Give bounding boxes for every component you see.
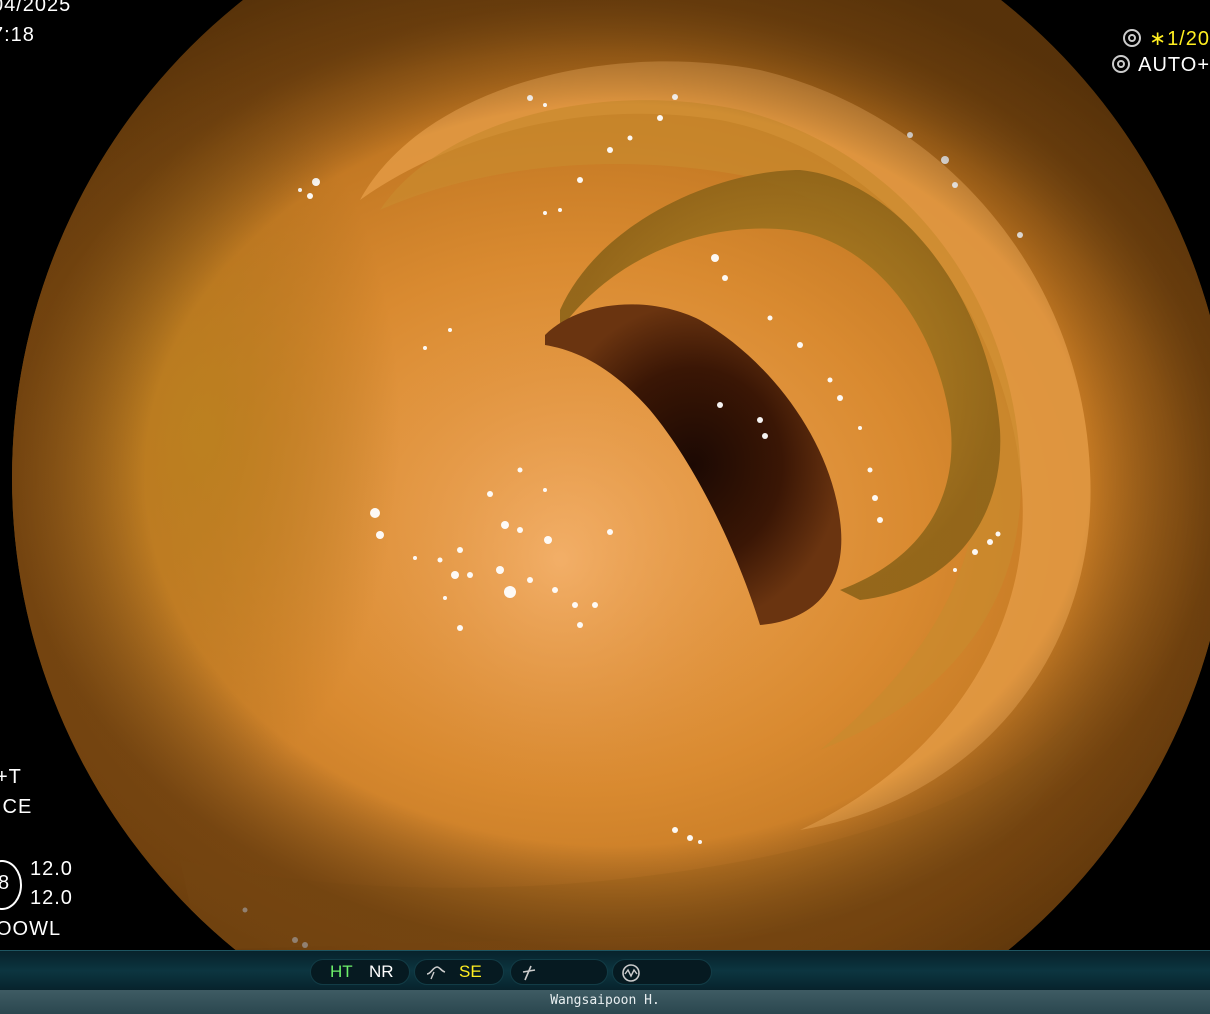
date-readout: 04/2025	[0, 0, 72, 16]
curve-icon	[426, 966, 446, 980]
operator-name: Wangsaipoon H.	[550, 993, 660, 1008]
nr-label: NR	[369, 962, 394, 981]
status-bar: HT NR SE	[0, 950, 1210, 991]
endoscopic-image	[0, 0, 1210, 950]
ht-nr-indicator: HT NR	[310, 959, 410, 985]
footer-bar: Wangsaipoon H.	[0, 990, 1210, 1014]
time-readout: 7:18	[0, 24, 35, 46]
mode-readout: OOWL	[0, 918, 62, 940]
star-icon: ∗	[1149, 28, 1168, 50]
iris-readout: AUTO+	[1112, 54, 1210, 77]
iris-value: AUTO+	[1138, 54, 1210, 76]
iris-icon	[1112, 55, 1131, 73]
left-label-1: +T	[0, 766, 22, 788]
shutter-readout: ∗1/20	[1123, 26, 1210, 51]
enhance-ring-label: 8	[0, 872, 11, 894]
wave-icon	[622, 964, 640, 982]
shutter-icon	[1123, 29, 1142, 47]
endoscope-view: 04/2025 7:18 ∗1/20 AUTO+ +T ICE 8 12.0 1…	[0, 0, 1210, 950]
se-indicator: SE	[414, 959, 504, 985]
se-label: SE	[459, 962, 482, 981]
enhance-value-2: 12.0	[30, 887, 73, 909]
slash-icon	[522, 965, 536, 981]
ht-label: HT	[330, 962, 353, 981]
enhance-value-1: 12.0	[30, 858, 73, 880]
left-label-2: ICE	[0, 796, 33, 818]
wave-indicator	[612, 959, 712, 985]
slash-indicator	[510, 959, 608, 985]
shutter-value: 1/20	[1167, 28, 1210, 50]
